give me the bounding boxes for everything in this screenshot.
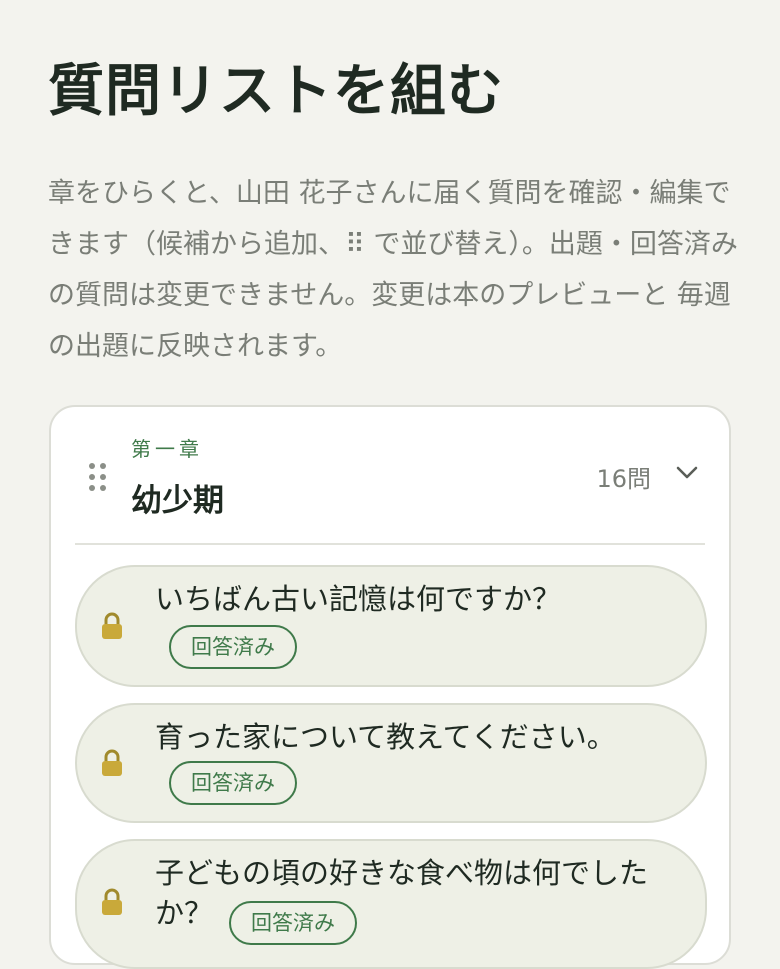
chevron-down-icon[interactable] [675, 465, 699, 481]
drag-handle-icon[interactable] [89, 463, 107, 491]
question-text: 育った家について教えてください。 [155, 720, 616, 754]
lock-icon [102, 888, 122, 915]
question-count: 16問 [596, 465, 651, 493]
status-badge: 回答済み [229, 901, 357, 945]
question-text: いちばん古い記憶は何ですか？ [155, 582, 562, 616]
lock-icon [102, 612, 122, 639]
question-item[interactable]: 育った家について教えてください。 回答済み [75, 703, 707, 823]
status-badge: 回答済み [169, 625, 297, 669]
chapter-title[interactable]: 幼少期 [131, 475, 224, 520]
status-badge: 回答済み [169, 761, 297, 805]
question-list-page: 質問リストを組む 章をひらくと、山田 花子さんに届く質問を確認・編集できます（候… [0, 0, 780, 969]
page-description: 章をひらくと、山田 花子さんに届く質問を確認・編集できます（候補から追加、⠿ で… [48, 178, 738, 362]
lock-icon [102, 749, 122, 776]
chapter-label: 第一章 [131, 437, 203, 461]
question-item[interactable]: 子どもの頃の好きな食べ物は何でしたか？ 回答済み [75, 839, 707, 969]
chapter-divider [75, 543, 705, 545]
chapter-card: 第一章 幼少期 16問 いちばん古い記憶は何ですか？ 回答済み 育った家について… [49, 405, 731, 969]
question-item[interactable]: いちばん古い記憶は何ですか？ 回答済み [75, 565, 707, 687]
page-title: 質問リストを組む [48, 59, 504, 124]
